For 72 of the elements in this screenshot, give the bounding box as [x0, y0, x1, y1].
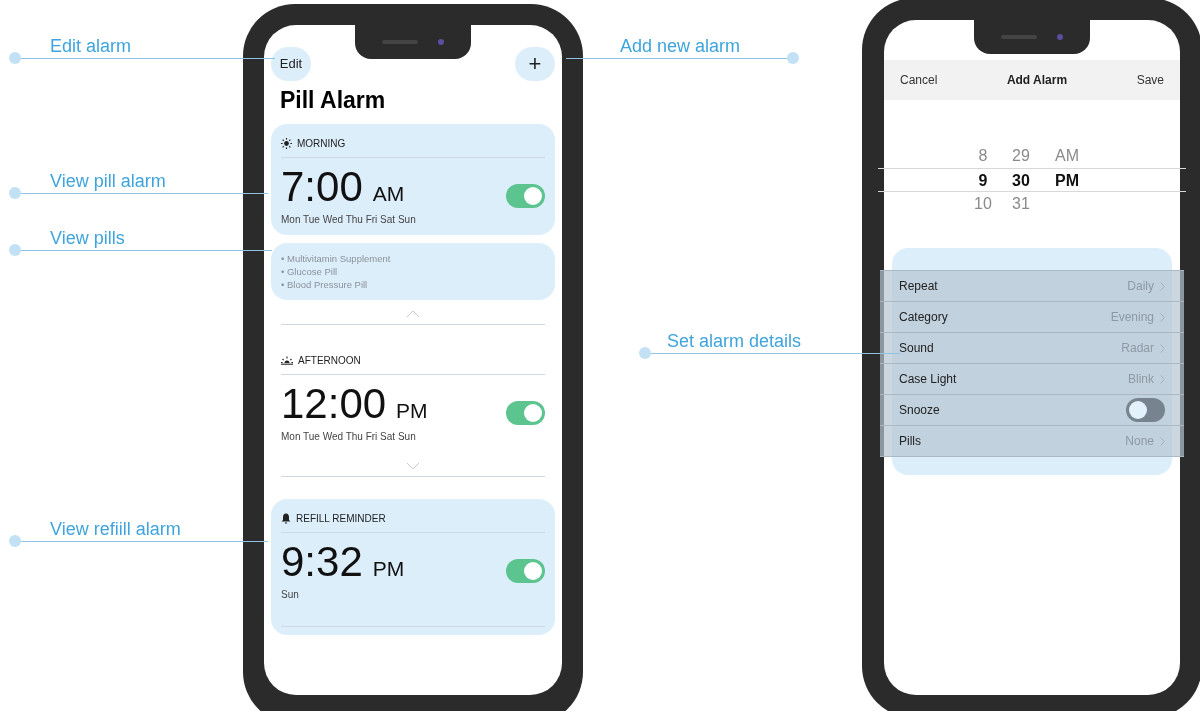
add-button[interactable]: +: [515, 47, 555, 81]
alarm-time: 9:32: [281, 540, 363, 583]
picker-value: 29: [1011, 146, 1031, 166]
chevron-right-icon: [1160, 436, 1165, 446]
alarm-category: REFILL REMINDER: [296, 511, 386, 526]
alarm-period: AM: [372, 182, 405, 204]
setting-label: Sound: [899, 340, 934, 357]
annotation-label: View refiill alarm: [50, 519, 181, 539]
alarm-time: 7:00: [281, 165, 363, 208]
toggle-switch[interactable]: [1126, 398, 1165, 422]
settings-row[interactable]: Repeat Daily: [880, 271, 1184, 302]
picker-value: PM: [1054, 171, 1080, 191]
time-picker-row[interactable]: 9 30 PM: [878, 168, 1186, 192]
app-title: Pill Alarm: [280, 86, 387, 115]
settings-row[interactable]: Category Evening: [880, 302, 1184, 333]
settings-row[interactable]: Case Light Blink: [880, 364, 1184, 395]
alarm-card[interactable]: REFILL REMINDER 9:32 PM Sun: [271, 498, 555, 635]
picker-value: 10: [973, 194, 993, 214]
toggle-switch[interactable]: [506, 559, 545, 583]
alarm-category: AFTERNOON: [298, 353, 361, 368]
alarm-days: Mon Tue Wed Thu Fri Sat Sun: [281, 211, 416, 227]
time-picker-row[interactable]: 8 29 AM: [878, 144, 1186, 168]
chevron-up-icon[interactable]: [406, 309, 420, 318]
settings-row[interactable]: Sound Radar: [880, 333, 1184, 364]
picker-value: 30: [1011, 171, 1031, 191]
chevron-right-icon: [1160, 312, 1165, 322]
picker-value: 8: [977, 146, 989, 166]
alarm-category: MORNING: [297, 136, 346, 151]
chevron-right-icon: [1160, 281, 1165, 291]
edit-button[interactable]: Edit: [271, 47, 311, 81]
settings-row[interactable]: Pills None: [880, 426, 1184, 457]
setting-label: Case Light: [899, 371, 957, 388]
chevron-down-icon[interactable]: [406, 461, 420, 470]
alarm-period: PM: [396, 399, 428, 421]
alarm-time: 12:00: [281, 382, 387, 425]
toggle-switch[interactable]: [506, 401, 545, 425]
setting-label: Repeat: [899, 278, 938, 295]
pill-item: • Glucose Pill: [281, 264, 339, 278]
annotation-label: Add new alarm: [620, 36, 741, 56]
picker-value: AM: [1054, 146, 1080, 166]
save-button[interactable]: Save: [1136, 71, 1164, 89]
pill-item: • Blood Pressure Pill: [281, 277, 369, 291]
alarm-period: PM: [372, 557, 405, 579]
setting-label: Snooze: [899, 402, 940, 419]
cancel-button[interactable]: Cancel: [900, 71, 938, 89]
bell-icon: [281, 512, 291, 524]
chevron-right-icon: [1160, 343, 1165, 353]
alarm-card[interactable]: MORNING 7:00 AM Mon Tue Wed Thu Fri Sat Sun: [271, 123, 555, 235]
annotation-label: Set alarm details: [667, 331, 802, 351]
setting-label: Pills: [899, 433, 921, 450]
setting-label: Category: [899, 309, 948, 326]
picker-value: 9: [977, 171, 989, 191]
annotation-label: View pill alarm: [50, 171, 166, 191]
time-picker-row[interactable]: 10 31: [878, 192, 1186, 216]
setting-value: Daily: [1127, 278, 1154, 295]
setting-value: Blink: [1128, 371, 1154, 388]
setting-value: Evening: [1110, 309, 1154, 326]
setting-value: None: [1125, 433, 1154, 450]
toggle-switch[interactable]: [506, 184, 545, 208]
sun-icon: [281, 137, 292, 149]
setting-value: Radar: [1121, 340, 1154, 357]
alarm-card[interactable]: AFTERNOON 12:00 PM Mon Tue Wed Thu Fri Sat Sun: [271, 346, 555, 452]
pill-item: • Multivitamin Supplement: [281, 251, 392, 265]
sunrise-icon: [281, 355, 293, 365]
chevron-right-icon: [1160, 374, 1165, 384]
alarm-days: Sun: [281, 586, 405, 602]
annotation-label: View pills: [50, 228, 125, 248]
annotation-label: Edit alarm: [50, 36, 132, 56]
settings-row[interactable]: Snooze: [880, 395, 1184, 426]
alarm-days: Mon Tue Wed Thu Fri Sat Sun: [281, 428, 428, 444]
picker-value: 31: [1011, 194, 1031, 214]
screen-title: Add Alarm: [1006, 72, 1068, 89]
